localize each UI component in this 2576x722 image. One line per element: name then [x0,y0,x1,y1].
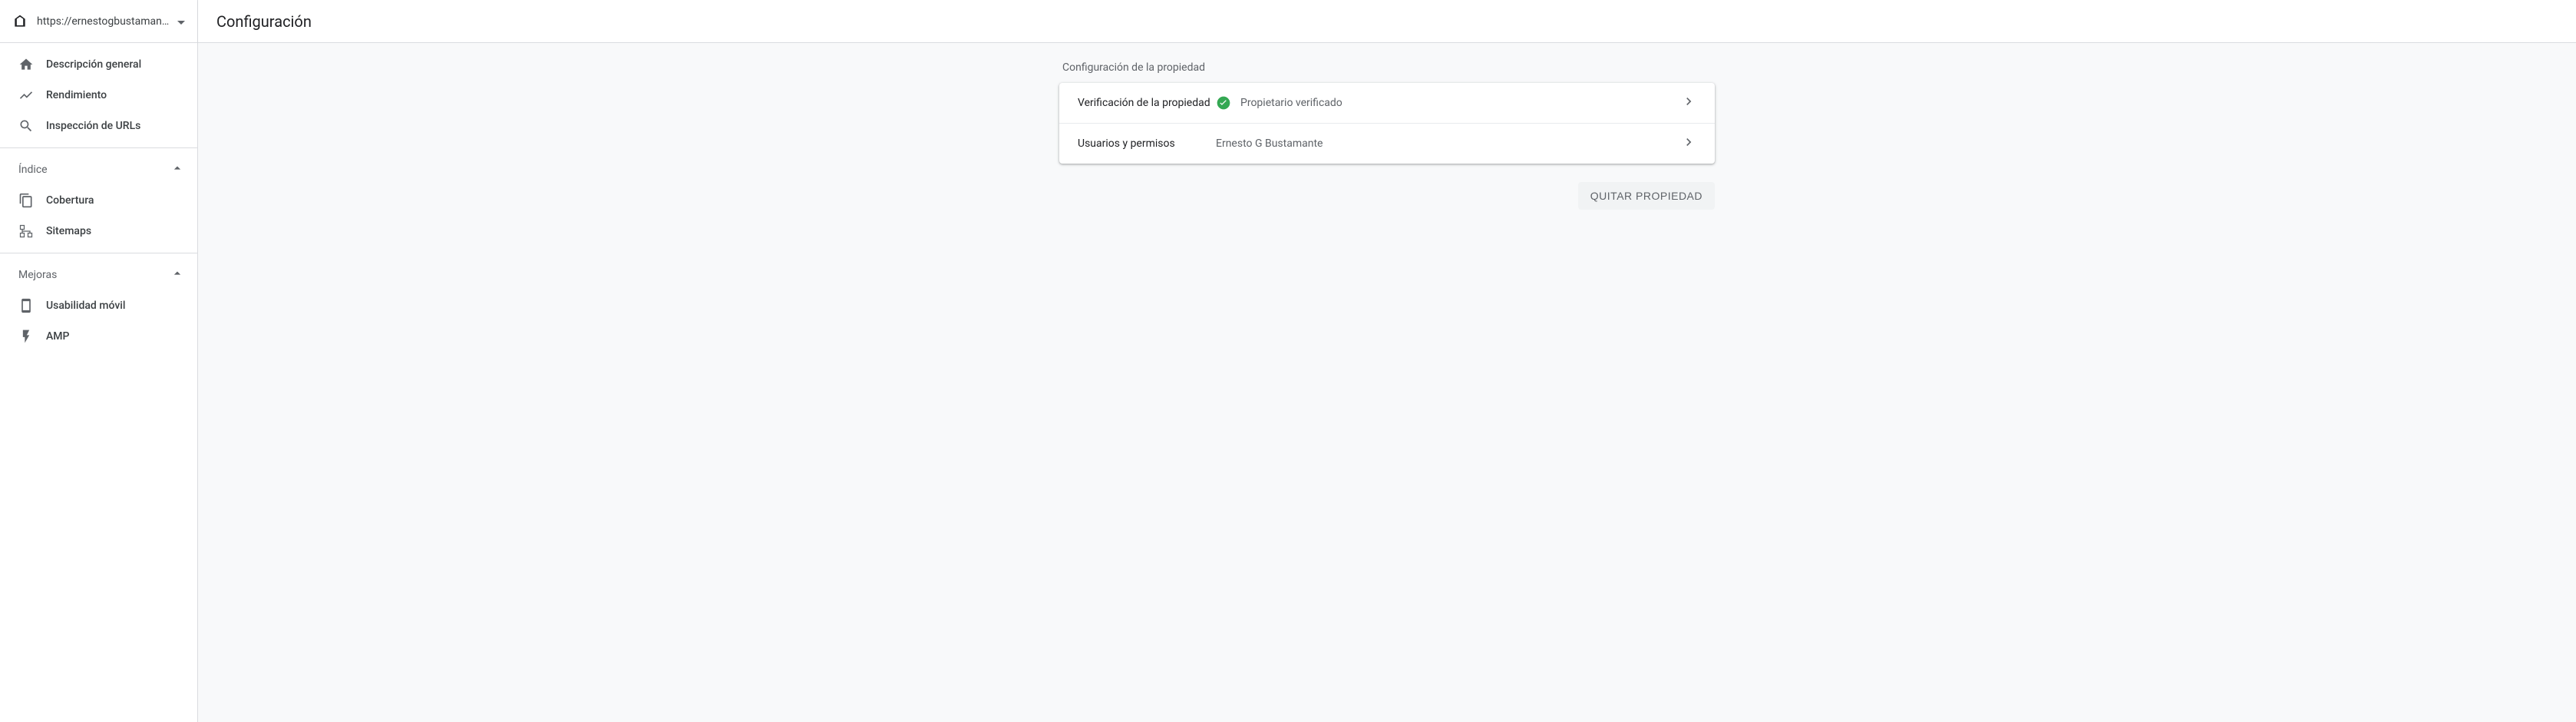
users-permissions-row[interactable]: Usuarios y permisos Ernesto G Bustamante [1059,124,1715,164]
header: Configuración [198,0,2576,43]
trending-icon [18,88,34,103]
sidebar-item-overview[interactable]: Descripción general [0,49,197,80]
sidebar-item-coverage[interactable]: Cobertura [0,185,197,216]
home-icon [18,57,34,72]
property-selector[interactable]: https://ernestogbustamante.... [0,0,197,43]
bolt-icon [18,329,34,344]
sidebar-item-amp[interactable]: AMP [0,321,197,352]
sidebar-item-performance[interactable]: Rendimiento [0,80,197,111]
users-value: Ernesto G Bustamante [1216,137,1323,150]
sidebar-section-index[interactable]: Índice [0,154,197,185]
phone-icon [18,298,34,313]
sidebar-item-label: Inspección de URLs [46,120,140,132]
sidebar-item-label: Cobertura [46,194,94,207]
sitemap-icon [18,224,34,239]
page-title: Configuración [216,12,312,31]
property-url: https://ernestogbustamante.... [37,15,171,28]
sidebar-section-title: Mejoras [18,269,57,281]
section-title: Configuración de la propiedad [1059,61,1715,74]
chevron-up-icon [170,266,185,284]
sidebar-item-label: Rendimiento [46,89,107,101]
sidebar-item-label: AMP [46,330,69,343]
chevron-up-icon [170,161,185,179]
users-label: Usuarios y permisos [1078,137,1216,150]
sidebar-section-title: Índice [18,164,48,176]
dropdown-arrow-icon [177,15,185,28]
verification-row[interactable]: Verificación de la propiedad Propietario… [1059,83,1715,124]
chevron-right-icon [1681,134,1696,153]
search-icon [18,118,34,134]
sidebar-item-label: Descripción general [46,58,141,71]
sidebar-item-label: Usabilidad móvil [46,300,125,312]
property-favicon-icon [12,14,28,29]
sidebar-item-url-inspection[interactable]: Inspección de URLs [0,111,197,141]
property-settings-card: Verificación de la propiedad Propietario… [1059,83,1715,164]
sidebar: https://ernestogbustamante.... Descripci… [0,0,198,722]
verification-label: Verificación de la propiedad [1078,97,1216,109]
content: Configuración de la propiedad Verificaci… [198,43,2576,722]
chevron-right-icon [1681,94,1696,112]
remove-property-button[interactable]: QUITAR PROPIEDAD [1578,182,1715,210]
sidebar-item-label: Sitemaps [46,225,91,237]
copy-icon [18,193,34,208]
verification-status: Propietario verificado [1240,97,1342,109]
sidebar-section-enhancements[interactable]: Mejoras [0,260,197,290]
checkmark-circle-icon [1216,95,1231,111]
sidebar-item-mobile-usability[interactable]: Usabilidad móvil [0,290,197,321]
sidebar-item-sitemaps[interactable]: Sitemaps [0,216,197,247]
